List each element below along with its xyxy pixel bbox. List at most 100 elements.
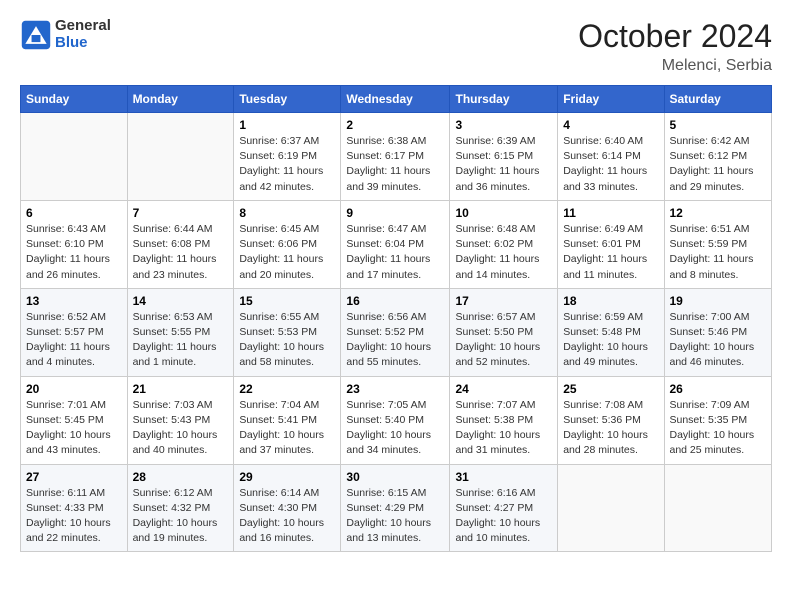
day-number: 20 bbox=[26, 382, 122, 396]
day-info: Sunrise: 6:37 AMSunset: 6:19 PMDaylight:… bbox=[239, 134, 335, 195]
calendar-day-cell: 10Sunrise: 6:48 AMSunset: 6:02 PMDayligh… bbox=[450, 200, 558, 288]
day-info: Sunrise: 6:16 AMSunset: 4:27 PMDaylight:… bbox=[455, 486, 552, 547]
calendar-day-cell: 17Sunrise: 6:57 AMSunset: 5:50 PMDayligh… bbox=[450, 288, 558, 376]
calendar-week-row: 1Sunrise: 6:37 AMSunset: 6:19 PMDaylight… bbox=[21, 113, 772, 201]
calendar-day-cell: 30 Sunrise: 6:15 AMSunset: 4:29 PMDayligh… bbox=[341, 464, 450, 552]
day-info: Sunrise: 6:43 AMSunset: 6:10 PMDaylight:… bbox=[26, 222, 122, 283]
day-number: 23 bbox=[346, 382, 444, 396]
day-info: Sunrise: 6:39 AMSunset: 6:15 PMDaylight:… bbox=[455, 134, 552, 195]
page: General Blue October 2024 Melenci, Serbi… bbox=[0, 0, 792, 612]
weekday-header-cell: Monday bbox=[127, 86, 234, 113]
day-number: 8 bbox=[239, 206, 335, 220]
calendar-day-cell: 1Sunrise: 6:37 AMSunset: 6:19 PMDaylight… bbox=[234, 113, 341, 201]
day-number: 24 bbox=[455, 382, 552, 396]
calendar-day-cell: 26Sunrise: 7:09 AMSunset: 5:35 PMDayligh… bbox=[664, 376, 772, 464]
calendar-week-row: 27 Sunrise: 6:11 AMSunset: 4:33 PMDayligh… bbox=[21, 464, 772, 552]
day-info: Sunrise: 6:11 AMSunset: 4:33 PMDaylight:… bbox=[26, 486, 122, 547]
day-number: 21 bbox=[133, 382, 229, 396]
day-info: Sunrise: 6:56 AMSunset: 5:52 PMDaylight:… bbox=[346, 310, 444, 371]
day-info: Sunrise: 6:40 AMSunset: 6:14 PMDaylight:… bbox=[563, 134, 658, 195]
weekday-header-cell: Thursday bbox=[450, 86, 558, 113]
calendar-day-cell: 20 Sunrise: 7:01 AMSunset: 5:45 PMDayligh… bbox=[21, 376, 128, 464]
location-title: Melenci, Serbia bbox=[578, 57, 772, 75]
weekday-header-cell: Wednesday bbox=[341, 86, 450, 113]
day-number: 5 bbox=[670, 118, 767, 132]
logo: General Blue bbox=[20, 18, 111, 51]
weekday-header-cell: Friday bbox=[558, 86, 664, 113]
day-info: Sunrise: 6:59 AMSunset: 5:48 PMDaylight:… bbox=[563, 310, 658, 371]
calendar: SundayMondayTuesdayWednesdayThursdayFrid… bbox=[20, 85, 772, 552]
day-info: Sunrise: 6:42 AMSunset: 6:12 PMDaylight:… bbox=[670, 134, 767, 195]
weekday-header-cell: Sunday bbox=[21, 86, 128, 113]
calendar-day-cell: 24 Sunrise: 7:07 AMSunset: 5:38 PMDayligh… bbox=[450, 376, 558, 464]
day-number: 12 bbox=[670, 206, 767, 220]
weekday-header-cell: Saturday bbox=[664, 86, 772, 113]
calendar-day-cell: 9Sunrise: 6:47 AMSunset: 6:04 PMDaylight… bbox=[341, 200, 450, 288]
day-number: 9 bbox=[346, 206, 444, 220]
day-number: 29 bbox=[239, 470, 335, 484]
day-info: Sunrise: 6:49 AMSunset: 6:01 PMDaylight:… bbox=[563, 222, 658, 283]
calendar-day-cell bbox=[558, 464, 664, 552]
day-info: Sunrise: 6:12 AMSunset: 4:32 PMDaylight:… bbox=[133, 486, 229, 547]
day-info: Sunrise: 6:55 AMSunset: 5:53 PMDaylight:… bbox=[239, 310, 335, 371]
day-number: 30 bbox=[346, 470, 444, 484]
month-title: October 2024 bbox=[578, 18, 772, 55]
day-info: Sunrise: 6:15 AMSunset: 4:29 PMDaylight:… bbox=[346, 486, 444, 547]
calendar-day-cell: 5 Sunrise: 6:42 AMSunset: 6:12 PMDaylight… bbox=[664, 113, 772, 201]
calendar-day-cell: 13Sunrise: 6:52 AMSunset: 5:57 PMDayligh… bbox=[21, 288, 128, 376]
day-number: 28 bbox=[133, 470, 229, 484]
calendar-day-cell: 27 Sunrise: 6:11 AMSunset: 4:33 PMDayligh… bbox=[21, 464, 128, 552]
title-block: October 2024 Melenci, Serbia bbox=[578, 18, 772, 75]
day-info: Sunrise: 6:44 AMSunset: 6:08 PMDaylight:… bbox=[133, 222, 229, 283]
day-number: 25 bbox=[563, 382, 658, 396]
logo-general-text: General bbox=[55, 18, 111, 35]
calendar-day-cell: 19Sunrise: 7:00 AMSunset: 5:46 PMDayligh… bbox=[664, 288, 772, 376]
calendar-day-cell bbox=[21, 113, 128, 201]
day-number: 18 bbox=[563, 294, 658, 308]
day-number: 16 bbox=[346, 294, 444, 308]
day-info: Sunrise: 7:00 AMSunset: 5:46 PMDaylight:… bbox=[670, 310, 767, 371]
day-info: Sunrise: 7:01 AMSunset: 5:45 PMDaylight:… bbox=[26, 398, 122, 459]
calendar-day-cell: 8 Sunrise: 6:45 AMSunset: 6:06 PMDaylight… bbox=[234, 200, 341, 288]
calendar-day-cell: 16 Sunrise: 6:56 AMSunset: 5:52 PMDayligh… bbox=[341, 288, 450, 376]
day-number: 15 bbox=[239, 294, 335, 308]
day-number: 17 bbox=[455, 294, 552, 308]
day-info: Sunrise: 7:05 AMSunset: 5:40 PMDaylight:… bbox=[346, 398, 444, 459]
day-info: Sunrise: 7:03 AMSunset: 5:43 PMDaylight:… bbox=[133, 398, 229, 459]
calendar-day-cell: 7 Sunrise: 6:44 AMSunset: 6:08 PMDaylight… bbox=[127, 200, 234, 288]
logo-blue-text: Blue bbox=[55, 35, 111, 52]
day-number: 10 bbox=[455, 206, 552, 220]
day-number: 7 bbox=[133, 206, 229, 220]
day-info: Sunrise: 6:38 AMSunset: 6:17 PMDaylight:… bbox=[346, 134, 444, 195]
day-info: Sunrise: 6:45 AMSunset: 6:06 PMDaylight:… bbox=[239, 222, 335, 283]
calendar-day-cell: 28 Sunrise: 6:12 AMSunset: 4:32 PMDayligh… bbox=[127, 464, 234, 552]
calendar-day-cell: 4Sunrise: 6:40 AMSunset: 6:14 PMDaylight… bbox=[558, 113, 664, 201]
calendar-day-cell: 22 Sunrise: 7:04 AMSunset: 5:41 PMDayligh… bbox=[234, 376, 341, 464]
day-number: 11 bbox=[563, 206, 658, 220]
day-info: Sunrise: 7:09 AMSunset: 5:35 PMDaylight:… bbox=[670, 398, 767, 459]
day-number: 22 bbox=[239, 382, 335, 396]
calendar-day-cell: 15 Sunrise: 6:55 AMSunset: 5:53 PMDayligh… bbox=[234, 288, 341, 376]
calendar-day-cell bbox=[664, 464, 772, 552]
calendar-day-cell: 23 Sunrise: 7:05 AMSunset: 5:40 PMDayligh… bbox=[341, 376, 450, 464]
calendar-day-cell: 12 Sunrise: 6:51 AMSunset: 5:59 PMDayligh… bbox=[664, 200, 772, 288]
calendar-day-cell: 11 Sunrise: 6:49 AMSunset: 6:01 PMDayligh… bbox=[558, 200, 664, 288]
day-number: 3 bbox=[455, 118, 552, 132]
logo-text: General Blue bbox=[55, 18, 111, 51]
day-number: 14 bbox=[133, 294, 229, 308]
calendar-day-cell bbox=[127, 113, 234, 201]
calendar-day-cell: 2 Sunrise: 6:38 AMSunset: 6:17 PMDaylight… bbox=[341, 113, 450, 201]
calendar-day-cell: 14Sunrise: 6:53 AMSunset: 5:55 PMDayligh… bbox=[127, 288, 234, 376]
calendar-day-cell: 18 Sunrise: 6:59 AMSunset: 5:48 PMDayligh… bbox=[558, 288, 664, 376]
calendar-day-cell: 3 Sunrise: 6:39 AMSunset: 6:15 PMDaylight… bbox=[450, 113, 558, 201]
day-info: Sunrise: 6:51 AMSunset: 5:59 PMDaylight:… bbox=[670, 222, 767, 283]
day-number: 27 bbox=[26, 470, 122, 484]
calendar-day-cell: 21 Sunrise: 7:03 AMSunset: 5:43 PMDayligh… bbox=[127, 376, 234, 464]
calendar-week-row: 13Sunrise: 6:52 AMSunset: 5:57 PMDayligh… bbox=[21, 288, 772, 376]
day-info: Sunrise: 6:14 AMSunset: 4:30 PMDaylight:… bbox=[239, 486, 335, 547]
logo-icon bbox=[20, 19, 52, 51]
day-info: Sunrise: 7:04 AMSunset: 5:41 PMDaylight:… bbox=[239, 398, 335, 459]
calendar-day-cell: 31Sunrise: 6:16 AMSunset: 4:27 PMDayligh… bbox=[450, 464, 558, 552]
day-info: Sunrise: 7:07 AMSunset: 5:38 PMDaylight:… bbox=[455, 398, 552, 459]
day-number: 2 bbox=[346, 118, 444, 132]
